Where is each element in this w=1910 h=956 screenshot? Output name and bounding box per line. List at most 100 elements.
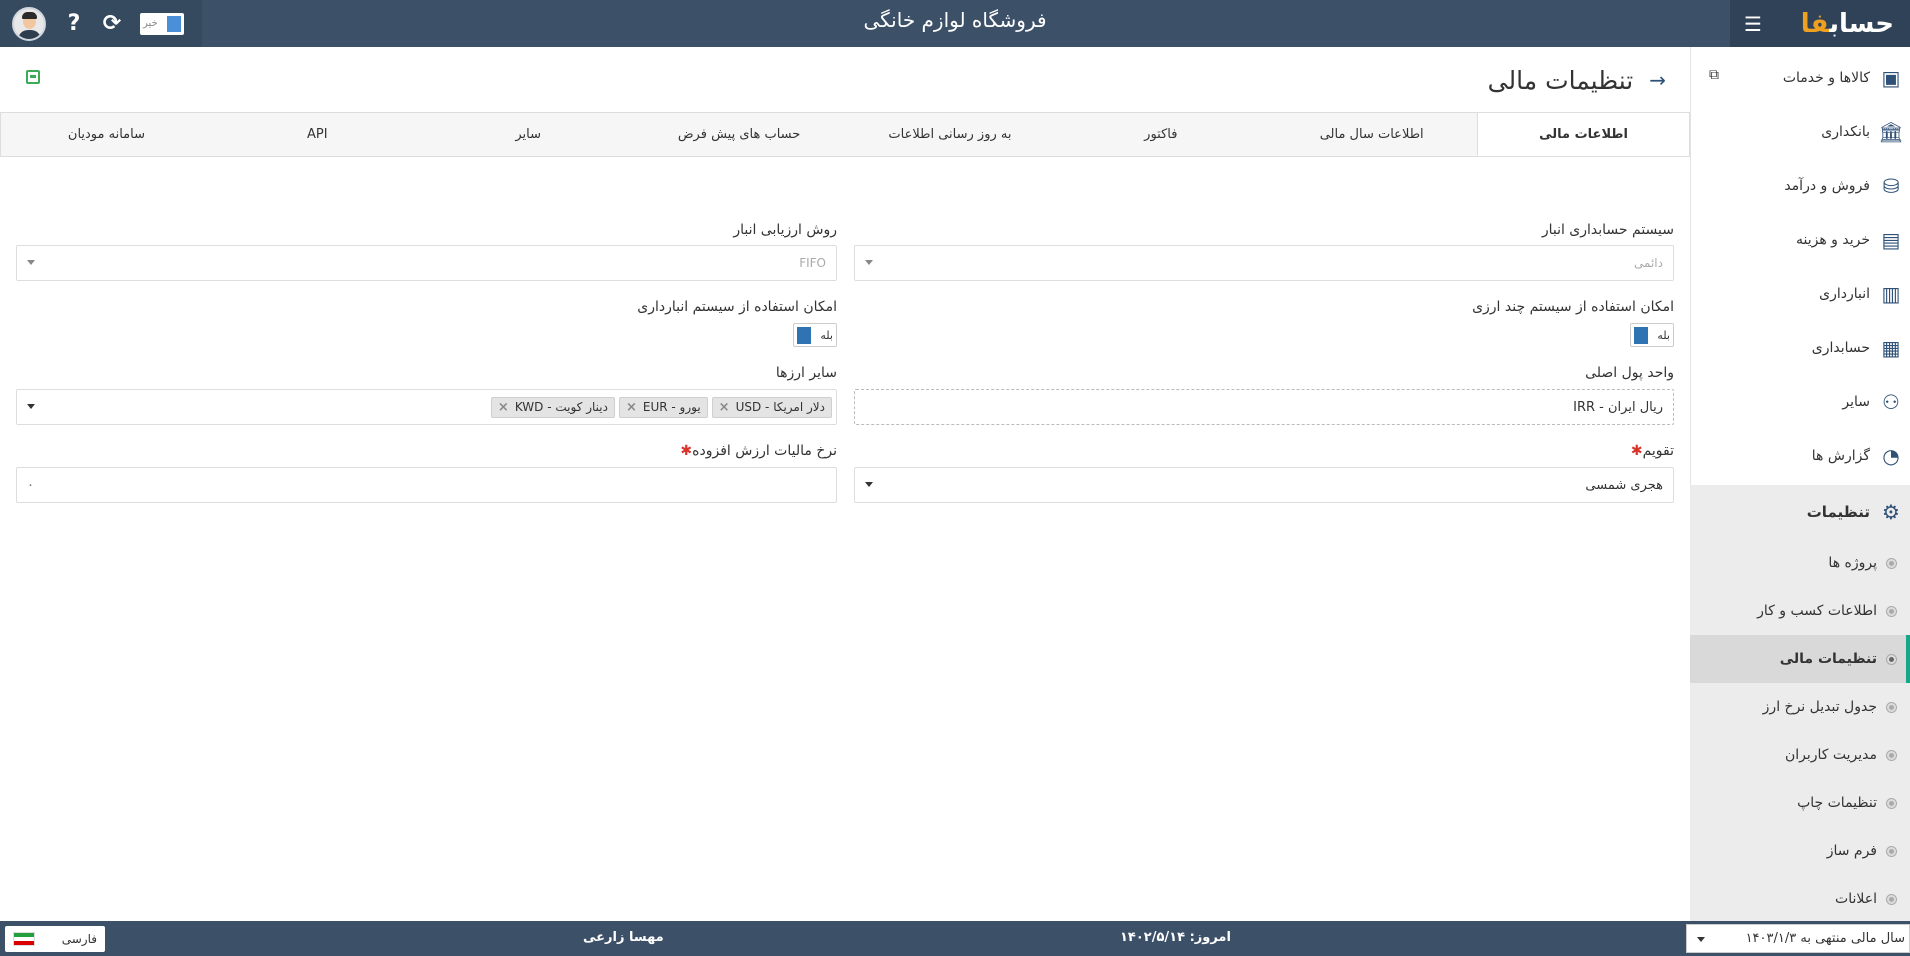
chip-label: EUR - یورو <box>642 400 701 414</box>
fiscal-year-value: سال مالی منتهی به ۱۴۰۳/۱/۳ <box>1745 931 1905 946</box>
other-currencies-multiselect[interactable]: × USD - دلار امریکا × EUR - یورو × KWD - دی… <box>16 389 837 425</box>
toggle-label: بله <box>820 328 833 342</box>
valuation-method-value: FIFO <box>799 256 826 270</box>
sidebar-item-label: حسابداری <box>1811 340 1870 356</box>
bullet-icon <box>1887 654 1896 664</box>
bullet-icon <box>1887 702 1896 712</box>
bullet-icon <box>1887 894 1896 904</box>
tab-taxpayer-system[interactable]: سامانه مودیان <box>1 113 212 156</box>
tab-other[interactable]: سایر <box>423 113 634 156</box>
currency-chip: × USD - دلار امریکا <box>711 396 832 418</box>
sidebar-sub-exchange-rates[interactable]: جدول تبدیل نرخ ارز <box>1690 683 1910 731</box>
fiscal-year-select[interactable]: سال مالی منتهی به ۱۴۰۳/۱/۳ <box>1686 924 1910 953</box>
logo-area: حسابفا ☰ <box>1730 0 1910 47</box>
page-title: تنظیمات مالی <box>1487 65 1634 95</box>
sidebar-item-reports[interactable]: ◔ گزارش ها <box>1691 429 1910 483</box>
menu-icon[interactable]: ☰ <box>1744 14 1762 34</box>
sidebar-sub-user-management[interactable]: مدیریت کاربران <box>1690 731 1910 779</box>
sidebar-item-label: تنظیمات <box>1806 503 1870 521</box>
valuation-method-label: روش ارزیابی انبار <box>733 222 837 238</box>
box-icon: ▣ <box>1881 66 1901 90</box>
warehouse-system-label: امکان استفاده از سیستم انبارداری <box>637 299 837 315</box>
sidebar: ⧉ ▣ کالاها و خدمات 🏛 بانکداری ⛁ فروش و د… <box>1690 47 1910 921</box>
remove-chip-icon[interactable]: × <box>626 400 637 415</box>
remove-chip-icon[interactable]: × <box>719 400 730 415</box>
back-arrow-icon[interactable]: → <box>1649 68 1666 92</box>
required-icon: ✱ <box>1630 443 1643 459</box>
sidebar-item-label: انبارداری <box>1819 286 1870 302</box>
sidebar-item-banking[interactable]: 🏛 بانکداری <box>1691 105 1910 159</box>
sidebar-settings-group: ⚙ تنظیمات پروژه ها اطلاعات کسب و کار تنظ… <box>1690 485 1910 921</box>
inventory-system-select[interactable]: دائمی <box>854 245 1674 281</box>
sidebar-item-settings[interactable]: ⚙ تنظیمات <box>1690 485 1910 539</box>
sidebar-item-misc[interactable]: ⚇ سایر <box>1691 375 1910 429</box>
main-currency-field[interactable]: IRR - ریال ایران <box>854 389 1674 425</box>
sidebar-sub-label: پروژه ها <box>1828 555 1877 571</box>
report-icon: ◔ <box>1882 444 1900 468</box>
currency-chip: × EUR - یورو <box>618 396 708 418</box>
vat-rate-value: ۰ <box>27 477 34 493</box>
sidebar-item-warehouse[interactable]: ▥ انبارداری <box>1691 267 1910 321</box>
currency-chip: × KWD - دینار کویت <box>490 396 615 418</box>
store-title: فروشگاه لوازم خانگی <box>863 8 1047 32</box>
sidebar-sub-business-info[interactable]: اطلاعات کسب و کار <box>1690 587 1910 635</box>
sidebar-sub-projects[interactable]: پروژه ها <box>1690 539 1910 587</box>
main-currency-label: واحد پول اصلی <box>1585 365 1674 381</box>
sidebar-sub-form-builder[interactable]: فرم ساز <box>1690 827 1910 875</box>
multi-currency-toggle[interactable]: بله <box>1630 323 1674 347</box>
valuation-method-select[interactable]: FIFO <box>16 245 837 281</box>
inventory-system-value: دائمی <box>1634 256 1663 270</box>
tab-invoice[interactable]: فاکتور <box>1055 113 1266 156</box>
status-bar: فارسی مهسا زارعی امروز: ۱۴۰۲/۵/۱۴ سال ما… <box>0 921 1910 956</box>
chevron-down-icon <box>27 260 35 265</box>
tab-api[interactable]: API <box>212 113 423 156</box>
bullet-icon <box>1887 750 1896 760</box>
chevron-down-icon <box>865 260 873 265</box>
calendar-select[interactable]: هجری شمسی <box>854 467 1674 503</box>
sidebar-item-sales[interactable]: ⛁ فروش و درآمد <box>1691 159 1910 213</box>
app-logo[interactable]: حسابفا <box>1801 9 1895 39</box>
remove-chip-icon[interactable]: × <box>498 400 509 415</box>
inventory-system-label: سیستم حسابداری انبار <box>1541 222 1674 238</box>
warehouse-icon: ▥ <box>1881 282 1901 306</box>
bullet-icon <box>1887 606 1896 616</box>
sidebar-sub-label: تنظیمات مالی <box>1779 651 1877 667</box>
sidebar-item-products[interactable]: ▣ کالاها و خدمات <box>1691 51 1910 105</box>
required-icon: ✱ <box>680 443 693 459</box>
sidebar-item-label: سایر <box>1842 394 1870 410</box>
tab-fiscal-year[interactable]: اطلاعات سال مالی <box>1266 113 1477 156</box>
tab-financial-info[interactable]: اطلاعات مالی <box>1477 113 1689 156</box>
sidebar-sub-notifications[interactable]: اعلانات <box>1690 875 1910 923</box>
warehouse-system-toggle[interactable]: بله <box>793 323 837 347</box>
sidebar-sub-label: تنظیمات چاپ <box>1797 795 1877 811</box>
save-icon[interactable] <box>26 70 40 84</box>
sliders-icon: ⚙ <box>1882 500 1900 524</box>
top-bar: ? ⟳ خیر فروشگاه لوازم خانگی حسابفا ☰ <box>0 0 1910 47</box>
sidebar-item-label: گزارش ها <box>1811 448 1870 464</box>
vat-rate-input[interactable]: ۰ <box>16 467 837 503</box>
tab-bar: اطلاعات مالی اطلاعات سال مالی فاکتور به … <box>0 112 1690 157</box>
sidebar-item-label: بانکداری <box>1821 124 1870 140</box>
bank-icon: 🏛 <box>1878 120 1904 144</box>
sidebar-item-accounting[interactable]: ▦ حسابداری <box>1691 321 1910 375</box>
sidebar-sub-print-settings[interactable]: تنظیمات چاپ <box>1690 779 1910 827</box>
chevron-down-icon <box>1697 937 1705 942</box>
sidebar-sub-label: فرم ساز <box>1826 843 1877 859</box>
sidebar-item-label: کالاها و خدمات <box>1782 70 1870 86</box>
toggle-knob <box>797 326 811 344</box>
chevron-down-icon <box>865 482 873 487</box>
sidebar-toggle-icon[interactable]: ⧉ <box>1709 67 1719 83</box>
calendar-value: هجری شمسی <box>1585 477 1663 493</box>
ledger-icon: ▦ <box>1881 336 1901 360</box>
sidebar-sub-label: اعلانات <box>1835 891 1877 907</box>
tab-update-info[interactable]: به روز رسانی اطلاعات <box>845 113 1056 156</box>
iran-flag-icon <box>13 932 35 946</box>
today-date: امروز: ۱۴۰۲/۵/۱۴ <box>1120 930 1231 945</box>
language-label: فارسی <box>61 932 97 946</box>
language-selector[interactable]: فارسی <box>5 926 105 952</box>
chip-label: KWD - دینار کویت <box>514 400 608 414</box>
chip-label: USD - دلار امریکا <box>735 400 825 414</box>
sidebar-item-purchases[interactable]: ▤ خرید و هزینه <box>1691 213 1910 267</box>
sidebar-sub-financial-settings[interactable]: تنظیمات مالی <box>1690 635 1910 683</box>
tab-default-accounts[interactable]: حساب های پیش فرض <box>634 113 845 156</box>
